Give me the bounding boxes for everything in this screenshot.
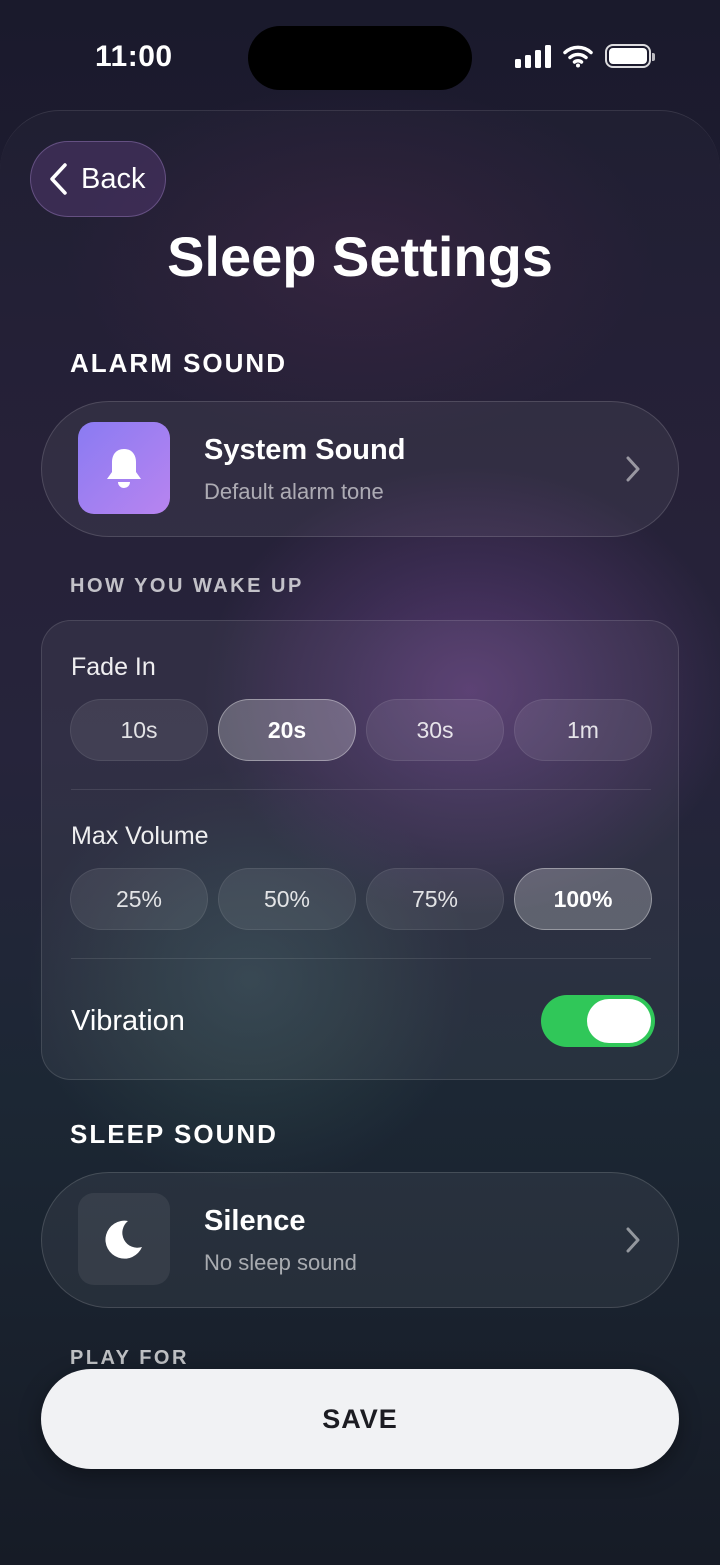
max-volume-option-75[interactable]: 75%	[366, 868, 504, 930]
fade-in-option-10s[interactable]: 10s	[70, 699, 208, 761]
play-for-section-label: PLAY FOR	[70, 1347, 189, 1369]
divider	[71, 789, 651, 790]
page-title: Sleep Settings	[167, 225, 553, 288]
wake-up-section-label: HOW YOU WAKE UP	[70, 575, 304, 597]
max-volume-option-25[interactable]: 25%	[70, 868, 208, 930]
fade-in-option-1m[interactable]: 1m	[514, 699, 652, 761]
fade-in-option-20s[interactable]: 20s	[218, 699, 356, 761]
alarm-sound-section-label: ALARM SOUND	[70, 348, 287, 378]
battery-icon	[605, 44, 655, 68]
status-time: 11:00	[95, 40, 173, 73]
back-button[interactable]: Back	[30, 141, 166, 217]
chevron-right-icon	[626, 1227, 640, 1253]
sleep-sound-tile	[78, 1193, 170, 1285]
bell-icon	[107, 449, 141, 488]
vibration-toggle[interactable]	[541, 995, 655, 1047]
wake-up-card: Fade In 10s 20s 30s 1m Max Volume 25% 50…	[41, 620, 679, 1080]
status-icons	[515, 44, 655, 68]
chevron-left-icon	[50, 163, 67, 195]
dynamic-island	[248, 26, 472, 90]
fade-in-segmented-control: 10s 20s 30s 1m	[70, 699, 652, 761]
vibration-label: Vibration	[71, 1005, 185, 1037]
max-volume-option-100[interactable]: 100%	[514, 868, 652, 930]
wifi-icon	[563, 45, 593, 68]
fade-in-label: Fade In	[71, 653, 156, 681]
alarm-sound-row[interactable]: System Sound Default alarm tone	[41, 401, 679, 537]
max-volume-option-50[interactable]: 50%	[218, 868, 356, 930]
chevron-right-icon	[626, 456, 640, 482]
divider	[71, 958, 651, 959]
cellular-signal-icon	[515, 44, 551, 68]
alarm-sound-tile	[78, 422, 170, 514]
sleep-sound-row[interactable]: Silence No sleep sound	[41, 1172, 679, 1308]
back-button-label: Back	[81, 162, 146, 195]
sleep-sound-subtitle: No sleep sound	[204, 1250, 357, 1275]
max-volume-segmented-control: 25% 50% 75% 100%	[70, 868, 652, 930]
fade-in-option-30s[interactable]: 30s	[366, 699, 504, 761]
alarm-sound-title: System Sound	[204, 434, 406, 466]
toggle-knob	[587, 999, 651, 1043]
sleep-sound-title: Silence	[204, 1205, 306, 1237]
alarm-sound-subtitle: Default alarm tone	[204, 479, 384, 504]
max-volume-label: Max Volume	[71, 822, 209, 850]
save-button[interactable]: SAVE	[41, 1369, 679, 1469]
moon-icon	[105, 1220, 142, 1259]
sleep-sound-section-label: SLEEP SOUND	[70, 1119, 278, 1149]
